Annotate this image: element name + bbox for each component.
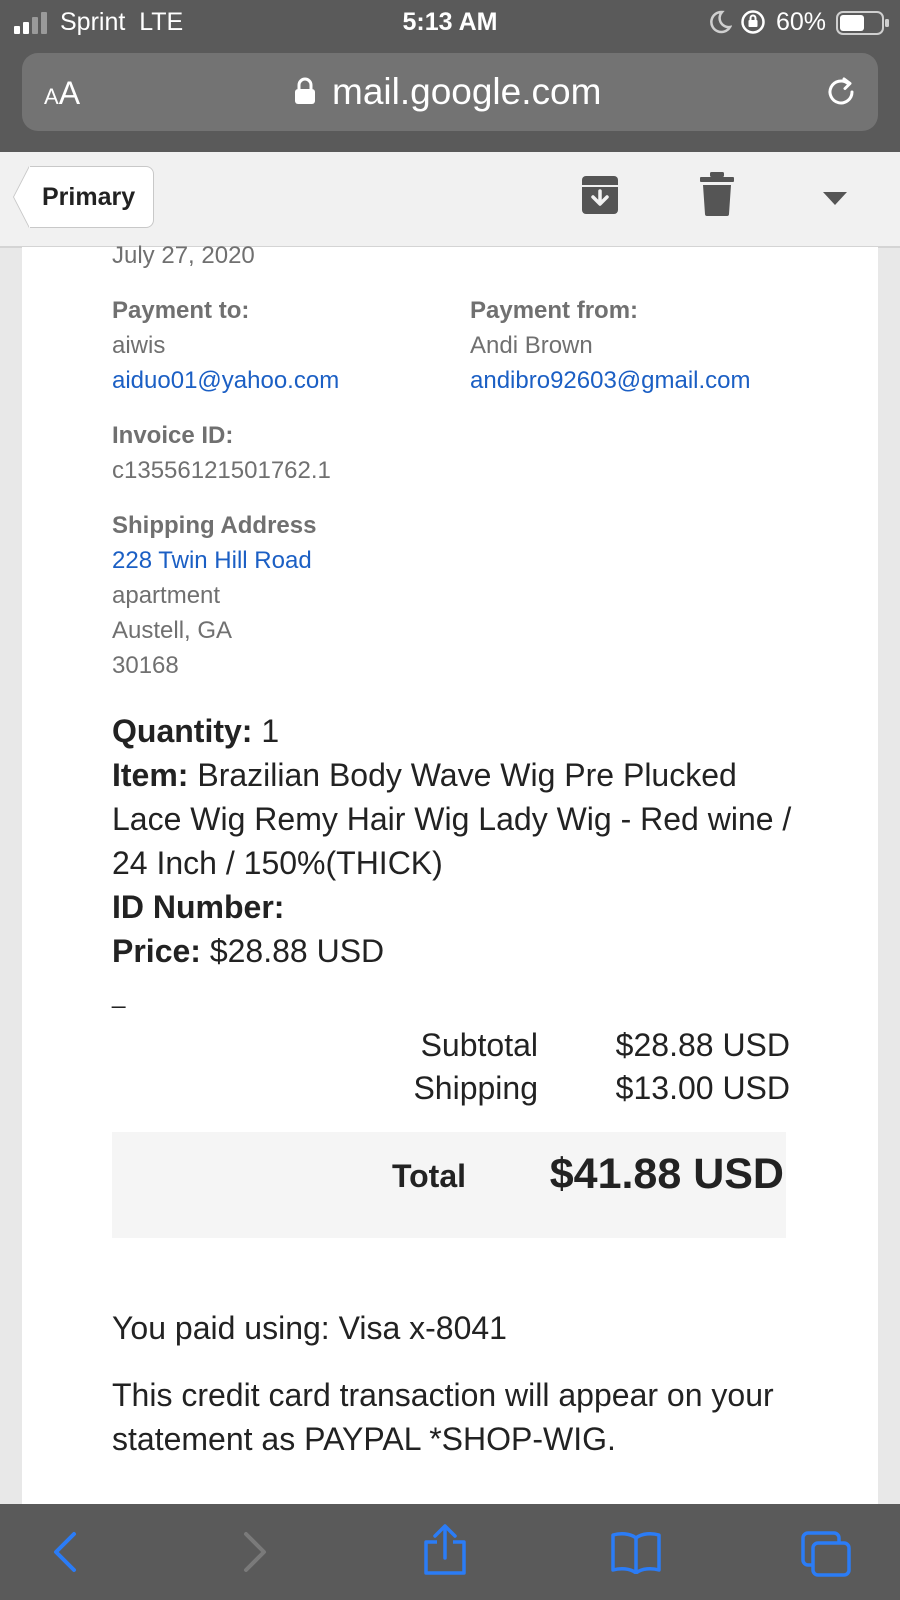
payment-method: You paid using: Visa x-8041 bbox=[112, 1310, 507, 1346]
moon-icon bbox=[710, 10, 732, 34]
id-number-row: ID Number: bbox=[112, 885, 792, 929]
item-name: Brazilian Body Wave Wig Pre Plucked Lace… bbox=[112, 757, 792, 881]
subtotal-value: $28.88 USD bbox=[615, 1027, 790, 1063]
payee-name: aiwis bbox=[112, 332, 166, 359]
archive-icon[interactable] bbox=[580, 174, 620, 216]
total-value: $41.88 USD bbox=[549, 1150, 784, 1198]
payment-date: July 27, 2020 bbox=[112, 242, 255, 269]
price-value: $28.88 USD bbox=[209, 933, 385, 969]
shipping-address-label: Shipping Address bbox=[112, 512, 317, 539]
browser-bottom-toolbar bbox=[0, 1504, 900, 1600]
quantity-value: 1 bbox=[261, 713, 280, 749]
item-row: Item: Brazilian Body Wave Wig Pre Plucke… bbox=[112, 753, 792, 885]
item-label: Item: bbox=[112, 757, 189, 793]
payer-email-link[interactable]: andibro92603@gmail.com bbox=[470, 367, 751, 395]
forward-arrow-icon[interactable] bbox=[240, 1530, 270, 1574]
lock-icon bbox=[295, 77, 315, 104]
payee-email-link[interactable]: aiduo01@yahoo.com bbox=[112, 367, 339, 395]
address-line1-link[interactable]: 228 Twin Hill Road bbox=[112, 547, 312, 575]
quantity-row: Quantity: 1 bbox=[112, 709, 792, 753]
shipping-label: Shipping bbox=[413, 1070, 538, 1106]
address-line4: 30168 bbox=[112, 652, 179, 679]
battery-icon bbox=[836, 11, 889, 35]
back-button-tip bbox=[14, 166, 30, 228]
payment-from-label: Payment from: bbox=[470, 297, 639, 324]
trash-icon[interactable] bbox=[700, 172, 734, 216]
url-host: mail.google.com bbox=[332, 71, 602, 112]
item-details: Quantity: 1 Item: Brazilian Body Wave Wi… bbox=[112, 709, 792, 973]
back-to-primary-button[interactable]: Primary bbox=[14, 166, 155, 228]
email-body: July 27, 2020 Payment to: aiwis aiduo01@… bbox=[22, 242, 878, 1504]
text-size-small: A bbox=[44, 84, 59, 109]
address-line2: apartment bbox=[112, 582, 221, 609]
invoice-id-value: c13556121501762.1 bbox=[112, 457, 331, 484]
address-line3: Austell, GA bbox=[112, 617, 233, 644]
chevron-down-icon[interactable] bbox=[822, 190, 848, 206]
share-icon[interactable] bbox=[422, 1524, 468, 1576]
back-button-label: Primary bbox=[30, 166, 155, 228]
browser-address-area: AA mail.google.com bbox=[0, 46, 900, 152]
price-row: Price: $28.88 USD bbox=[112, 929, 792, 973]
tabs-icon[interactable] bbox=[800, 1530, 852, 1578]
reload-icon[interactable] bbox=[822, 73, 860, 111]
id-number-label: ID Number: bbox=[112, 889, 285, 925]
book-icon[interactable] bbox=[610, 1530, 662, 1574]
total-box: Total $41.88 USD bbox=[112, 1132, 786, 1238]
payment-to-label: Payment to: bbox=[112, 297, 250, 324]
payer-name: Andi Brown bbox=[470, 332, 593, 359]
rotation-lock-icon bbox=[741, 10, 765, 34]
price-label: Price: bbox=[112, 933, 201, 969]
statement-note: This credit card transaction will appear… bbox=[112, 1377, 774, 1457]
text-size-large: A bbox=[58, 75, 81, 111]
total-label: Total bbox=[391, 1158, 466, 1194]
separator: _ bbox=[112, 982, 126, 1009]
text-size-button[interactable]: AA bbox=[44, 75, 80, 112]
status-bar: Sprint LTE 5:13 AM 60% bbox=[0, 0, 900, 46]
invoice-id-label: Invoice ID: bbox=[112, 422, 234, 449]
back-arrow-icon[interactable] bbox=[50, 1530, 80, 1574]
quantity-label: Quantity: bbox=[112, 713, 253, 749]
subtotal-label: Subtotal bbox=[420, 1027, 538, 1063]
mail-toolbar: Primary bbox=[0, 152, 900, 248]
address-bar[interactable]: AA mail.google.com bbox=[22, 53, 878, 131]
shipping-value: $13.00 USD bbox=[615, 1070, 790, 1106]
battery-percent: 60% bbox=[776, 8, 827, 36]
